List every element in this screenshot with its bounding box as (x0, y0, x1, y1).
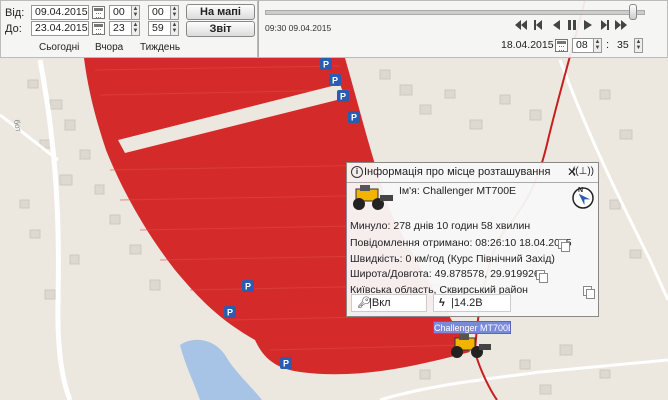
voltage-value: |14.2В (451, 297, 483, 309)
coords-text: Широта/Довгота: 49.878578, 29.919926 (350, 268, 540, 280)
date-range-panel: Від: 09.04.2015 00 ▲ ▼ 00 ▲ ▼ До: 23.04.20… (0, 0, 258, 58)
from-date-field[interactable]: 09.04.2015 (31, 5, 89, 20)
today-link[interactable]: Сьогодні (39, 42, 79, 53)
signal-icon: ((⊥)) (571, 166, 594, 177)
received-text: Повідомлення отримано: 08:26:10 18.04.20… (350, 237, 572, 249)
from-min-spinner[interactable]: ▲ ▼ (170, 5, 179, 20)
forward-fast-icon[interactable] (615, 20, 627, 30)
step-back-icon[interactable] (533, 20, 545, 30)
parking-marker-label: P (323, 60, 329, 70)
lightning-icon: ϟ (439, 297, 445, 309)
yesterday-link[interactable]: Вчора (95, 42, 123, 53)
time-colon: : (606, 39, 610, 51)
compass-north-label: N (578, 187, 584, 194)
ignition-box: 🔑︎ |Вкл (351, 294, 427, 312)
parking-marker-label: P (351, 113, 357, 123)
step-forward-icon[interactable] (598, 20, 610, 30)
timeline-panel: 09:30 09.04.2015 18.04.2015 08 ▲ ▼ : 35 ▲… (258, 0, 668, 58)
prev-icon[interactable] (550, 20, 562, 30)
elapsed-text: Минуло: 278 днів 10 годин 58 хвилин (350, 220, 531, 232)
rewind-fast-icon[interactable] (515, 20, 527, 30)
from-calendar-icon[interactable] (92, 6, 105, 19)
voltage-box: ϟ |14.2В (433, 294, 511, 312)
to-date-field[interactable]: 23.04.2015 (31, 21, 89, 36)
to-calendar-icon[interactable] (92, 22, 105, 35)
popup-header: i Інформація про місце розташування ✕ ((… (347, 163, 598, 183)
pause-icon[interactable] (566, 20, 578, 30)
to-hour-spinner[interactable]: ▲ ▼ (131, 21, 140, 36)
current-date-field[interactable]: 18.04.2015 (497, 38, 554, 53)
tractor-thumbnail-icon (353, 185, 393, 210)
parking-marker-label: P (340, 92, 346, 102)
to-min-spinner[interactable]: ▲ ▼ (170, 21, 179, 36)
vehicle-map-label[interactable]: Challenger MT700E (433, 321, 511, 334)
on-map-button[interactable]: На мапі (186, 4, 255, 20)
week-link[interactable]: Тиждень (140, 42, 180, 53)
current-hour-spinner[interactable]: ▲ ▼ (593, 38, 602, 53)
parking-marker-label: P (332, 76, 338, 86)
timeline-slider-thumb[interactable] (628, 4, 637, 20)
timeline-track[interactable] (265, 10, 645, 15)
ignition-value: |Вкл (369, 297, 391, 309)
timeline-start-stamp: 09:30 09.04.2015 (265, 23, 332, 33)
to-label: До: (5, 23, 22, 35)
copy-received-icon[interactable] (558, 239, 570, 252)
play-icon[interactable] (582, 20, 594, 30)
copy-location-icon[interactable] (583, 286, 595, 299)
parking-marker-label: P (245, 282, 251, 292)
current-min-spinner[interactable]: ▲ ▼ (634, 38, 643, 53)
copy-coords-icon[interactable] (536, 270, 548, 283)
from-label: Від: (5, 7, 25, 19)
parking-marker-label: P (283, 359, 289, 369)
info-icon: i (351, 166, 363, 178)
parking-marker-label: P (227, 308, 233, 318)
vehicle-name: Ім'я: Challenger MT700E (399, 185, 517, 197)
speed-text: Швидкість: 0 км/год (Курс Північний Захі… (350, 253, 555, 265)
current-calendar-icon[interactable] (555, 39, 568, 52)
popup-title: Інформація про місце розташування (364, 166, 551, 178)
report-button[interactable]: Звіт (186, 21, 255, 37)
from-hour-spinner[interactable]: ▲ ▼ (131, 5, 140, 20)
